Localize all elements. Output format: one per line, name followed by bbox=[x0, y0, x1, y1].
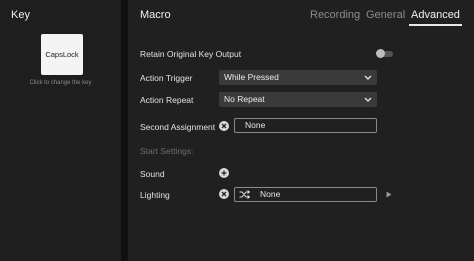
add-sound-button[interactable] bbox=[219, 168, 229, 178]
shuffle-icon bbox=[239, 190, 250, 199]
action-repeat-value: No Repeat bbox=[224, 94, 265, 104]
key-panel: Key CapsLock Click to change the key bbox=[0, 0, 121, 261]
lighting-value: None bbox=[260, 189, 281, 199]
action-repeat-label: Action Repeat bbox=[140, 95, 194, 105]
tab-general[interactable]: General bbox=[366, 9, 405, 21]
panel-divider bbox=[121, 0, 128, 261]
lighting-label: Lighting bbox=[140, 190, 170, 200]
macro-panel: Macro Recording General Advanced Retain … bbox=[128, 0, 474, 261]
second-assignment-value: None bbox=[245, 120, 266, 130]
retain-output-toggle[interactable] bbox=[376, 49, 393, 58]
chevron-down-icon bbox=[364, 97, 372, 102]
close-icon bbox=[221, 123, 227, 129]
close-icon bbox=[221, 191, 227, 197]
toggle-knob bbox=[376, 49, 385, 58]
action-trigger-value: While Pressed bbox=[224, 72, 279, 82]
action-repeat-select[interactable]: No Repeat bbox=[219, 92, 377, 107]
tab-advanced[interactable]: Advanced bbox=[411, 9, 460, 21]
lighting-field[interactable]: None bbox=[234, 187, 377, 202]
second-assignment-label: Second Assignment bbox=[140, 122, 216, 132]
plus-icon bbox=[221, 170, 227, 176]
macro-panel-title: Macro bbox=[140, 9, 171, 21]
key-tile-label: CapsLock bbox=[45, 50, 79, 59]
retain-output-label: Retain Original Key Output bbox=[140, 49, 242, 59]
key-panel-title: Key bbox=[11, 9, 30, 21]
second-assignment-field[interactable]: None bbox=[234, 118, 377, 133]
sound-label: Sound bbox=[140, 169, 165, 179]
play-icon[interactable] bbox=[386, 191, 392, 198]
key-tile[interactable]: CapsLock bbox=[41, 34, 83, 75]
action-trigger-select[interactable]: While Pressed bbox=[219, 70, 377, 85]
change-key-hint: Click to change the key bbox=[29, 80, 92, 86]
start-settings-label: Start Settings: bbox=[140, 146, 194, 156]
action-trigger-label: Action Trigger bbox=[140, 73, 193, 83]
chevron-down-icon bbox=[364, 75, 372, 80]
clear-second-assignment-button[interactable] bbox=[219, 121, 229, 131]
tab-recording[interactable]: Recording bbox=[310, 9, 360, 21]
active-tab-underline bbox=[409, 24, 462, 26]
clear-lighting-button[interactable] bbox=[219, 189, 229, 199]
